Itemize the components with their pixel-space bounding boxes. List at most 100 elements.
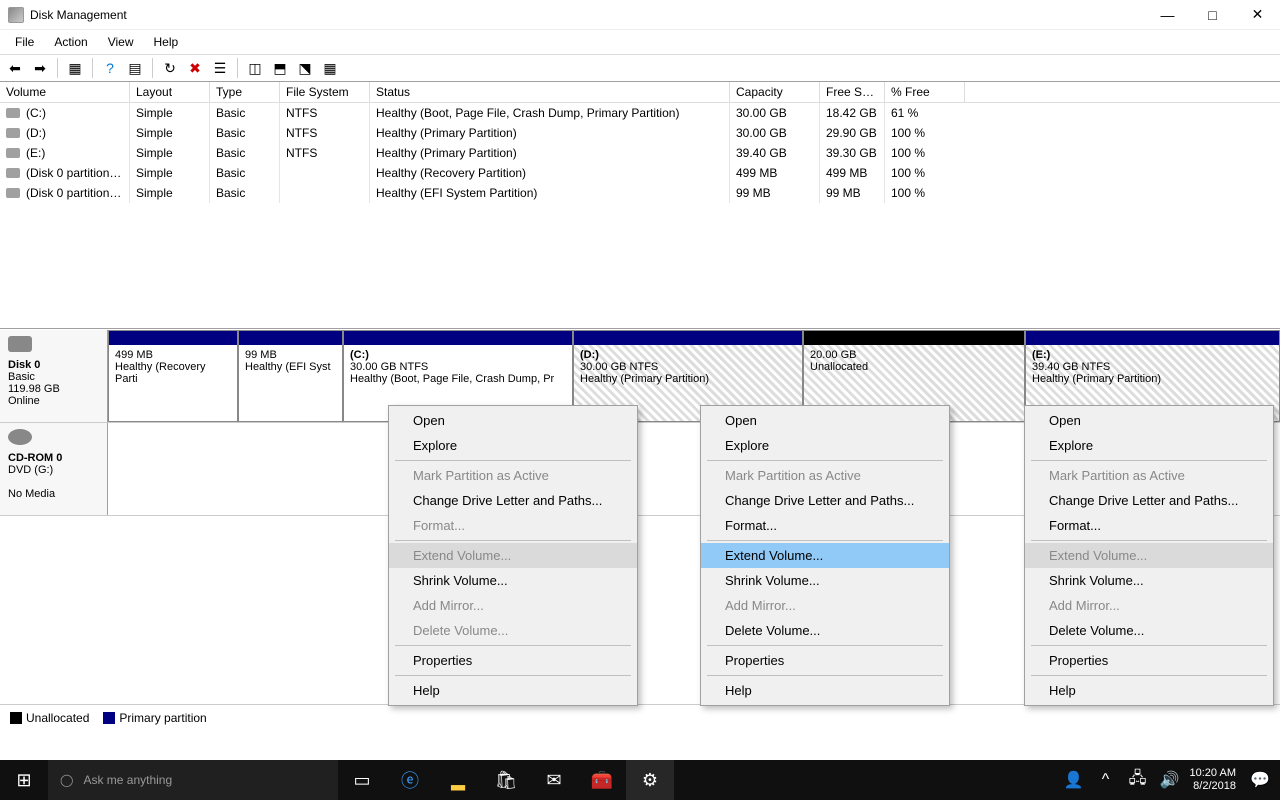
col-freespace[interactable]: Free Spa... [820,82,885,102]
ctx-properties[interactable]: Properties [1025,648,1273,673]
ctx-change-letter[interactable]: Change Drive Letter and Paths... [1025,488,1273,513]
col-volume[interactable]: Volume [0,82,130,102]
ctx-open[interactable]: Open [1025,408,1273,433]
ctx-format[interactable]: Format... [701,513,949,538]
menu-help[interactable]: Help [145,33,188,51]
window-title: Disk Management [30,8,127,22]
ctx-add-mirror: Add Mirror... [701,593,949,618]
view-icon[interactable]: ▤ [124,57,146,79]
forward-icon[interactable]: ➡ [29,57,51,79]
volume-name: (E:) [26,146,45,160]
col-layout[interactable]: Layout [130,82,210,102]
menu-file[interactable]: File [6,33,43,51]
col-status[interactable]: Status [370,82,730,102]
taskbar: ⊞ ◯ Ask me anything ▭ ⓔ ▂ 🛍 ✉ 🧰 ⚙ 👤 ^ 🖧 … [0,760,1280,800]
title-bar: Disk Management — □ ✕ [0,0,1280,30]
ctx-explore[interactable]: Explore [1025,433,1273,458]
ctx-extend-volume: Extend Volume... [1025,543,1273,568]
ctx-shrink-volume[interactable]: Shrink Volume... [389,568,637,593]
partition-efi[interactable]: 99 MB Healthy (EFI Syst [238,330,343,422]
mail-icon[interactable]: ✉ [530,760,578,800]
help-icon[interactable]: ? [99,57,121,79]
ctx-shrink-volume[interactable]: Shrink Volume... [1025,568,1273,593]
ctx-properties[interactable]: Properties [701,648,949,673]
ctx-change-letter[interactable]: Change Drive Letter and Paths... [389,488,637,513]
ctx-mark-active: Mark Partition as Active [1025,463,1273,488]
ctx-extend-volume[interactable]: Extend Volume... [701,543,949,568]
ctx-delete-volume: Delete Volume... [389,618,637,643]
col-filesystem[interactable]: File System [280,82,370,102]
menu-view[interactable]: View [99,33,143,51]
col-capacity[interactable]: Capacity [730,82,820,102]
volume-row[interactable]: (Disk 0 partition 1) Simple Basic Health… [0,163,1280,183]
menubar: File Action View Help [0,30,1280,54]
ctx-help[interactable]: Help [389,678,637,703]
volume-row[interactable]: (Disk 0 partition 2) Simple Basic Health… [0,183,1280,203]
drive-icon [6,168,20,178]
ctx-explore[interactable]: Explore [701,433,949,458]
start-button[interactable]: ⊞ [0,760,48,800]
action-center-icon[interactable]: 💬 [1248,768,1272,792]
cdrom-label[interactable]: CD-ROM 0 DVD (G:) No Media [0,423,108,515]
drive-icon [6,108,20,118]
ctx-extend-volume: Extend Volume... [389,543,637,568]
ctx-help[interactable]: Help [701,678,949,703]
ctx-format: Format... [389,513,637,538]
list-icon[interactable]: ▦ [319,57,341,79]
menu-action[interactable]: Action [45,33,96,51]
volume-row[interactable]: (D:) Simple Basic NTFS Healthy (Primary … [0,123,1280,143]
edge-icon[interactable]: ⓔ [386,760,434,800]
format-icon[interactable]: ⬒ [269,57,291,79]
ctx-help[interactable]: Help [1025,678,1273,703]
legend: Unallocated Primary partition [0,704,1280,730]
toolbar: ⬅ ➡ ▦ ? ▤ ↻ ✖ ☰ ◫ ⬒ ⬔ ▦ [0,54,1280,82]
ctx-change-letter[interactable]: Change Drive Letter and Paths... [701,488,949,513]
column-headers[interactable]: Volume Layout Type File System Status Ca… [0,82,1280,103]
app-icon [8,7,24,23]
ctx-mark-active: Mark Partition as Active [389,463,637,488]
maximize-button[interactable]: □ [1190,0,1235,30]
disk-icon [8,336,32,352]
context-menu-d: Open Explore Mark Partition as Active Ch… [700,405,950,706]
app-icon-1[interactable]: 🧰 [578,760,626,800]
task-view-icon[interactable]: ▭ [338,760,386,800]
network-icon[interactable]: 🖧 [1126,768,1150,792]
volume-icon[interactable]: 🔊 [1158,768,1182,792]
ctx-format[interactable]: Format... [1025,513,1273,538]
ctx-delete-volume[interactable]: Delete Volume... [701,618,949,643]
ctx-properties[interactable]: Properties [389,648,637,673]
drive-icon [6,188,20,198]
app-icon-2[interactable]: ⚙ [626,760,674,800]
new-volume-icon[interactable]: ◫ [244,57,266,79]
file-explorer-icon[interactable]: ▂ [434,760,482,800]
taskbar-search[interactable]: ◯ Ask me anything [48,760,338,800]
volume-row[interactable]: (E:) Simple Basic NTFS Healthy (Primary … [0,143,1280,163]
col-pctfree[interactable]: % Free [885,82,965,102]
ctx-shrink-volume[interactable]: Shrink Volume... [701,568,949,593]
people-icon[interactable]: 👤 [1062,768,1086,792]
volume-row[interactable]: (C:) Simple Basic NTFS Healthy (Boot, Pa… [0,103,1280,123]
ctx-open[interactable]: Open [389,408,637,433]
store-icon[interactable]: 🛍 [482,760,530,800]
col-type[interactable]: Type [210,82,280,102]
extend-icon[interactable]: ⬔ [294,57,316,79]
back-icon[interactable]: ⬅ [4,57,26,79]
ctx-open[interactable]: Open [701,408,949,433]
properties-icon[interactable]: ☰ [209,57,231,79]
refresh-icon[interactable]: ↻ [159,57,181,79]
panel-icon[interactable]: ▦ [64,57,86,79]
ctx-add-mirror: Add Mirror... [1025,593,1273,618]
partition-recovery[interactable]: 499 MB Healthy (Recovery Parti [108,330,238,422]
disk-label[interactable]: Disk 0 Basic 119.98 GB Online [0,330,108,422]
chevron-up-icon[interactable]: ^ [1094,768,1118,792]
cortana-icon: ◯ [60,773,73,787]
minimize-button[interactable]: — [1145,0,1190,30]
ctx-explore[interactable]: Explore [389,433,637,458]
volume-list[interactable]: Volume Layout Type File System Status Ca… [0,82,1280,329]
volume-name: (Disk 0 partition 2) [26,186,123,200]
delete-icon[interactable]: ✖ [184,57,206,79]
clock[interactable]: 10:20 AM 8/2/2018 [1190,767,1240,793]
ctx-delete-volume[interactable]: Delete Volume... [1025,618,1273,643]
close-button[interactable]: ✕ [1235,0,1280,30]
context-menu-e: Open Explore Mark Partition as Active Ch… [1024,405,1274,706]
